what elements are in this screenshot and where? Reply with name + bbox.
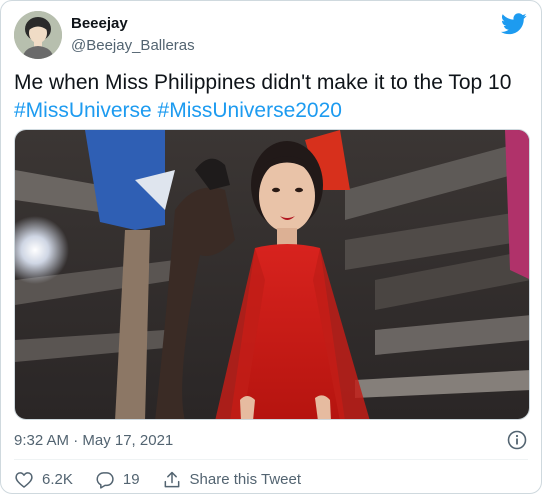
tweet-media-photo[interactable]	[14, 129, 530, 420]
author-avatar[interactable]	[14, 11, 62, 59]
twitter-bird-icon[interactable]	[501, 13, 527, 35]
like-count: 6.2K	[42, 471, 73, 488]
hashtag-link[interactable]: #MissUniverse	[14, 99, 152, 122]
author-display-name[interactable]: Beeejay	[71, 15, 128, 32]
heart-icon	[15, 472, 33, 488]
tweet-text: Me when Miss Philippines didn't make it …	[14, 71, 512, 94]
tweet-timestamp[interactable]: 9:32 AM · May 17, 2021	[14, 432, 173, 449]
reply-button[interactable]: 19	[95, 470, 140, 490]
share-button[interactable]: Share this Tweet	[162, 470, 301, 490]
like-button[interactable]: 6.2K	[14, 470, 73, 490]
tweet-card: Beeejay @Beejay_Balleras Me when Miss Ph…	[0, 0, 542, 494]
reply-bubble-icon	[96, 472, 114, 489]
share-icon	[164, 471, 179, 488]
reply-count: 19	[122, 471, 140, 488]
divider	[14, 459, 528, 460]
tweet-actions-bar: 6.2K 19 Share this Tweet	[14, 469, 323, 491]
share-label: Share this Tweet	[189, 471, 301, 488]
tweet-hashtags: #MissUniverse #MissUniverse2020	[14, 97, 342, 125]
info-icon[interactable]	[507, 430, 527, 450]
author-handle[interactable]: @Beejay_Balleras	[71, 37, 195, 54]
hashtag-link[interactable]: #MissUniverse2020	[158, 99, 342, 122]
